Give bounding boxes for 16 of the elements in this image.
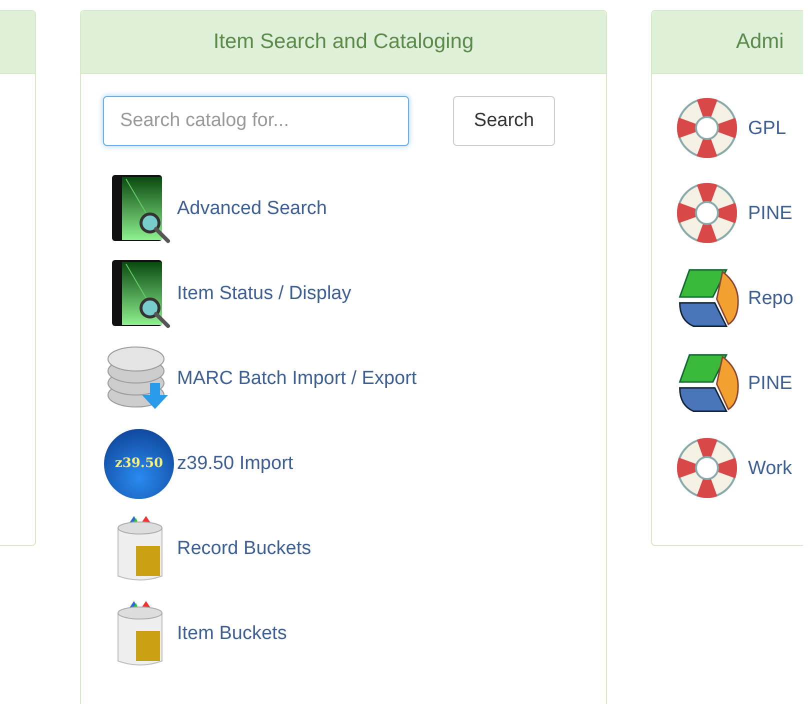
menu-link[interactable]: GPL: [748, 118, 786, 140]
menu-link[interactable]: Item Buckets: [177, 622, 287, 644]
search-button[interactable]: Search: [453, 96, 555, 146]
menu-link[interactable]: PINE: [748, 202, 792, 224]
panel-title: Item Search and Cataloging: [213, 30, 474, 54]
menu-link[interactable]: Repo: [748, 288, 794, 310]
menu-link[interactable]: PINE: [748, 372, 792, 394]
search-field[interactable]: Search catalog for...: [103, 96, 409, 146]
panel-title: Admi: [736, 30, 784, 54]
menu-link[interactable]: z39.50 Import: [177, 452, 294, 474]
menu-link[interactable]: Item Status / Display: [177, 282, 352, 304]
menu-link[interactable]: Work: [748, 458, 792, 480]
format-badge: z39.50: [104, 428, 174, 498]
menu-link[interactable]: MARC Batch Import / Export: [177, 368, 417, 390]
menu-link[interactable]: Advanced Search: [177, 198, 327, 220]
menu-link[interactable]: Record Buckets: [177, 538, 312, 560]
